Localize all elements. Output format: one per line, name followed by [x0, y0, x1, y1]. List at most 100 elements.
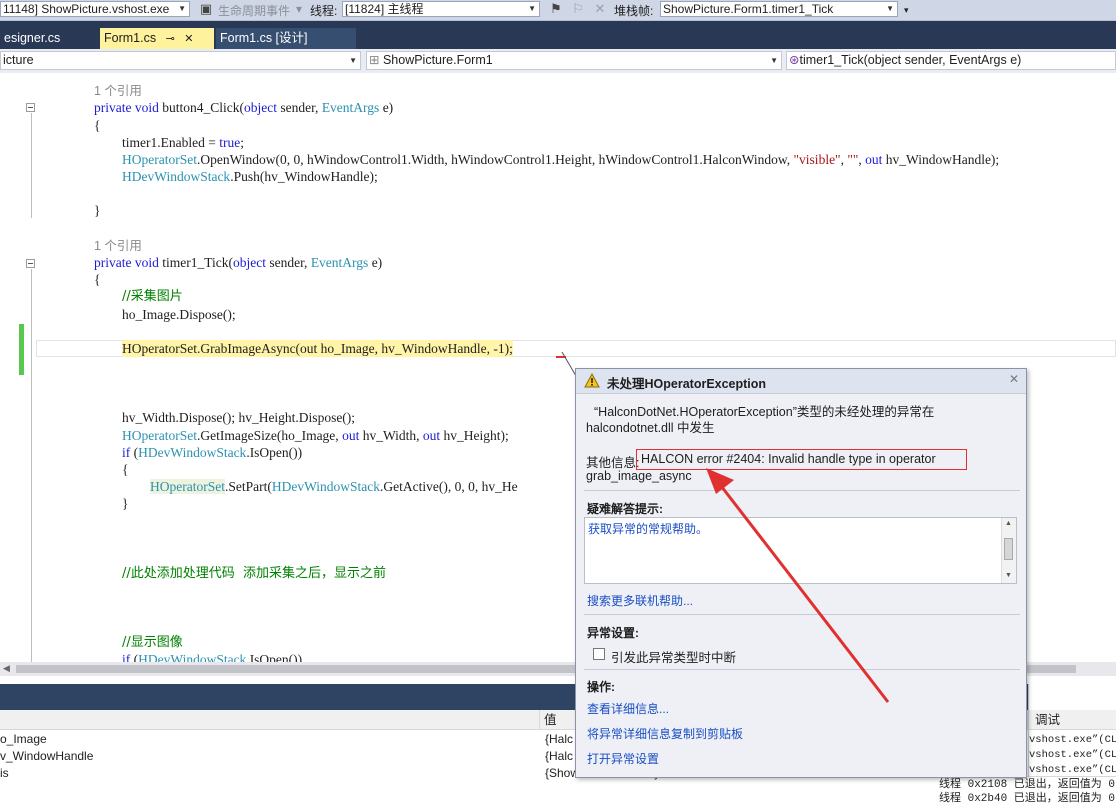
- code-line: private void timer1_Tick(object sender, …: [94, 255, 383, 270]
- member-value: timer1_Tick(object sender, EventArgs e): [799, 53, 1022, 67]
- code-line: {: [122, 462, 129, 477]
- code-line: timer1.Enabled = true;: [122, 135, 244, 150]
- document-tab-strip: esigner.cs Form1.cs ⊸ ✕ Form1.cs [设计]: [0, 21, 1116, 49]
- lifecycle-events-icon[interactable]: ▣: [198, 1, 214, 17]
- code-line: {: [94, 272, 101, 287]
- settings-header: 异常设置:: [587, 626, 639, 640]
- clear-flags-icon[interactable]: ✕: [592, 1, 608, 17]
- collapse-icon[interactable]: [26, 259, 35, 268]
- tab-designer-cs[interactable]: esigner.cs: [0, 28, 96, 49]
- annotation-arrow: [706, 468, 890, 703]
- collapse-icon[interactable]: [26, 103, 35, 112]
- lifecycle-events-label[interactable]: 生命周期事件: [218, 2, 290, 19]
- exception-title: 未处理HOperatorException: [607, 377, 767, 391]
- process-combo[interactable]: 11148] ShowPicture.vshost.exe ▼: [0, 1, 190, 17]
- change-indicator: [19, 324, 24, 375]
- code-comment: //显示图像: [122, 635, 183, 650]
- variable-value: {Halc: [545, 749, 574, 763]
- editor-gutter: [0, 73, 20, 662]
- open-exception-settings-link[interactable]: 打开异常设置: [587, 750, 659, 767]
- stackframe-combo[interactable]: ShowPicture.Form1.timer1_Tick ▼: [660, 1, 898, 17]
- chevron-down-icon: ▼: [178, 4, 186, 13]
- debug-location-toolbar: 11148] ShowPicture.vshost.exe ▼ ▣ 生命周期事件…: [0, 0, 1116, 21]
- variable-name: is: [0, 766, 9, 780]
- view-details-link[interactable]: 查看详细信息...: [587, 700, 669, 717]
- code-comment: //采集图片: [122, 289, 183, 304]
- tips-header: 疑难解答提示:: [587, 502, 663, 516]
- output-text-area: 线程 0x2108 已退出，返回值为 0 线程 0x2b40 已退出，返回值为 …: [905, 776, 1116, 805]
- scroll-up-icon[interactable]: ▲: [1005, 520, 1012, 527]
- exception-message: halcondotnet.dll 中发生: [586, 421, 715, 435]
- code-line: HOperatorSet.GetImageSize(ho_Image, out …: [122, 428, 509, 443]
- warning-icon: [584, 373, 600, 388]
- code-line: }: [122, 496, 129, 511]
- code-line: {: [94, 118, 101, 133]
- autos-row[interactable]: o_Image: [0, 731, 540, 748]
- code-lens[interactable]: 1 个引用: [94, 237, 142, 254]
- code-navigation-bar: icture ▼ ⊞ ShowPicture.Form1 ▼ ⊛timer1_T…: [0, 49, 1116, 74]
- value-header-label: 值: [544, 713, 557, 727]
- ref-count[interactable]: 1 个引用: [94, 239, 142, 253]
- code-line: if (HDevWindowStack.IsOpen()): [122, 652, 303, 662]
- code-line: private void button4_Click(object sender…: [94, 100, 394, 115]
- outline-line: [31, 269, 32, 662]
- output-source-header[interactable]: 调试: [1029, 710, 1116, 730]
- scroll-thumb[interactable]: [1004, 538, 1013, 560]
- thread-value: [11824] 主线程: [345, 2, 424, 16]
- code-line: HDevWindowStack.Push(hv_WindowHandle);: [122, 169, 378, 184]
- code-line: HOperatorSet.OpenWindow(0, 0, hWindowCon…: [122, 152, 1000, 167]
- break-on-exception-checkbox[interactable]: [593, 648, 605, 660]
- tips-scrollbar[interactable]: ▲ ▼: [1001, 518, 1016, 583]
- tab-label: Form1.cs: [104, 31, 157, 45]
- class-combo[interactable]: ⊞ ShowPicture.Form1 ▼: [366, 51, 782, 70]
- code-comment: //此处添加处理代码 添加采集之后，显示之前: [122, 566, 387, 581]
- ref-count[interactable]: 1 个引用: [94, 84, 142, 98]
- tab-label: Form1.cs [设计]: [220, 31, 308, 45]
- scroll-down-icon[interactable]: ▼: [1005, 572, 1012, 579]
- exception-code-line: HOperatorSet.GrabImageAsync(out ho_Image…: [122, 340, 513, 357]
- variable-name: v_WindowHandle: [0, 749, 94, 763]
- code-line: ho_Image.Dispose();: [122, 307, 236, 322]
- toolbar-overflow-icon[interactable]: ▾: [904, 5, 909, 16]
- flag-thread-icon[interactable]: ⚑: [548, 1, 564, 17]
- pin-icon[interactable]: ⊸: [166, 33, 175, 45]
- stackframe-value: ShowPicture.Form1.timer1_Tick: [663, 2, 834, 16]
- chevron-down-icon: ▼: [770, 56, 778, 65]
- tab-form1-cs[interactable]: Form1.cs ⊸ ✕: [100, 28, 214, 49]
- scroll-left-icon[interactable]: ◀: [3, 663, 10, 674]
- project-value: icture: [3, 53, 34, 67]
- autos-row[interactable]: is: [0, 765, 540, 782]
- autos-row-value[interactable]: {Halc: [545, 748, 573, 765]
- thread-combo[interactable]: [11824] 主线程 ▼: [342, 1, 540, 17]
- thread-label: 线程:: [310, 4, 338, 18]
- close-icon[interactable]: ✕: [1009, 372, 1019, 386]
- autos-row-value[interactable]: {Halc: [545, 731, 573, 748]
- tab-form1-design[interactable]: Form1.cs [设计]: [216, 28, 356, 49]
- code-line: if (HDevWindowStack.IsOpen()): [122, 445, 303, 460]
- output-line: 线程 0x2b40 已退出，返回值为 0: [939, 793, 1116, 805]
- chevron-down-icon: ▼: [886, 4, 894, 13]
- flag-all-icon[interactable]: ⚐: [570, 1, 586, 17]
- tips-item-link[interactable]: 获取异常的常规帮助。: [588, 520, 708, 537]
- copy-details-link[interactable]: 将异常详细信息复制到剪贴板: [587, 725, 743, 742]
- chevron-down-icon[interactable]: ▾: [296, 2, 302, 16]
- name-column-header[interactable]: [0, 710, 540, 730]
- close-icon[interactable]: ✕: [184, 33, 193, 45]
- code-line: HOperatorSet.SetPart(HDevWindowStack.Get…: [150, 479, 518, 494]
- class-icon: ⊞: [369, 53, 383, 67]
- extra-info-value: grab_image_async: [586, 469, 692, 483]
- member-combo[interactable]: ⊛timer1_Tick(object sender, EventArgs e): [786, 51, 1116, 70]
- variable-name: o_Image: [0, 732, 47, 746]
- actions-header: 操作:: [587, 680, 615, 694]
- chevron-down-icon: ▼: [528, 4, 536, 13]
- autos-row[interactable]: v_WindowHandle: [0, 748, 540, 765]
- project-combo[interactable]: icture ▼: [0, 51, 361, 70]
- process-value: 11148] ShowPicture.vshost.exe: [3, 2, 170, 16]
- code-line: }: [94, 203, 101, 218]
- code-lens[interactable]: 1 个引用: [94, 82, 142, 99]
- class-value: ShowPicture.Form1: [382, 53, 493, 67]
- search-online-help-link[interactable]: 搜索更多联机帮助...: [587, 592, 693, 609]
- chevron-down-icon: ▼: [349, 56, 357, 65]
- outline-line: [31, 113, 32, 218]
- tab-label: esigner.cs: [4, 31, 61, 45]
